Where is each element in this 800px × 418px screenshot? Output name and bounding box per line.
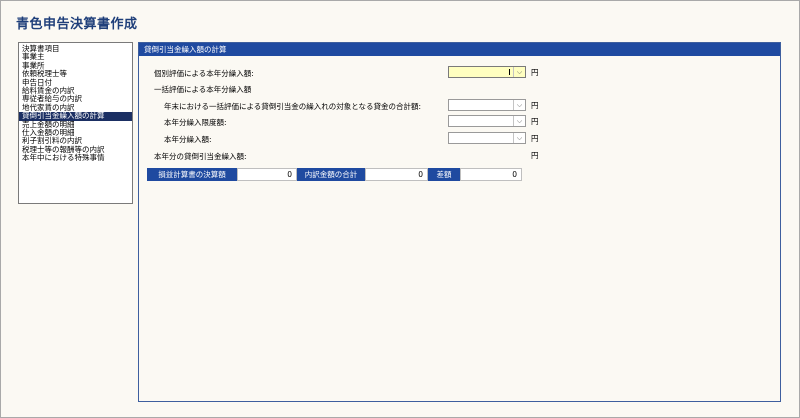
chevron-down-icon[interactable]: ⌵ [513,67,525,77]
limit-label: 本年分繰入限度額: [164,118,227,127]
bulk-heading: 一括評価による本年分繰入額 [154,85,252,94]
year-end-total-label: 年末における一括評価による貸倒引当金の繰入れの対象となる貸金の合計額: [164,102,422,111]
individual-amount-combo[interactable]: ⌵ [448,66,526,78]
breakdown-total-value: 0 [365,168,428,181]
chevron-down-icon[interactable]: ⌵ [513,116,525,126]
individual-label: 個別評価による本年分繰入額: [154,69,254,78]
difference-value: 0 [460,168,522,181]
current-combo[interactable]: ⌵ [448,132,526,144]
section-list[interactable]: 決算書項目 事業主 事業所 依頼税理士等 申告日付 給料賃金の内訳 専従者給与の内訳 地代家賃… [18,42,133,204]
text-cursor [509,69,510,75]
panel-title: 貸倒引当金繰入額の計算 [139,43,780,56]
year-end-total-combo[interactable]: ⌵ [448,99,526,111]
chevron-down-icon[interactable]: ⌵ [513,133,525,143]
limit-unit: 円 [531,117,539,126]
difference-label: 差額 [428,168,460,181]
individual-unit: 円 [531,68,539,77]
chevron-down-icon[interactable]: ⌵ [513,100,525,110]
year-end-total-unit: 円 [531,101,539,110]
limit-combo[interactable]: ⌵ [448,115,526,127]
current-unit: 円 [531,134,539,143]
total-label: 本年分の貸倒引当金繰入額: [154,152,247,161]
nav-item[interactable]: 本年中における特殊事情 [19,153,132,162]
app-window: 青色申告決算書作成 決算書項目 事業主 事業所 依頼税理士等 申告日付 給料賃金の内訳 専従… [0,0,800,418]
statement-amount-value: 0 [237,168,297,181]
app-title: 青色申告決算書作成 [16,17,138,32]
current-label: 本年分繰入額: [164,135,212,144]
calculation-panel: 貸倒引当金繰入額の計算 個別評価による本年分繰入額: ⌵ 円 一括評価による本年… [138,42,781,402]
total-unit: 円 [531,151,539,160]
breakdown-total-label: 内訳金額の合計 [297,168,365,181]
statement-amount-label: 損益計算書の決算額 [147,168,237,181]
